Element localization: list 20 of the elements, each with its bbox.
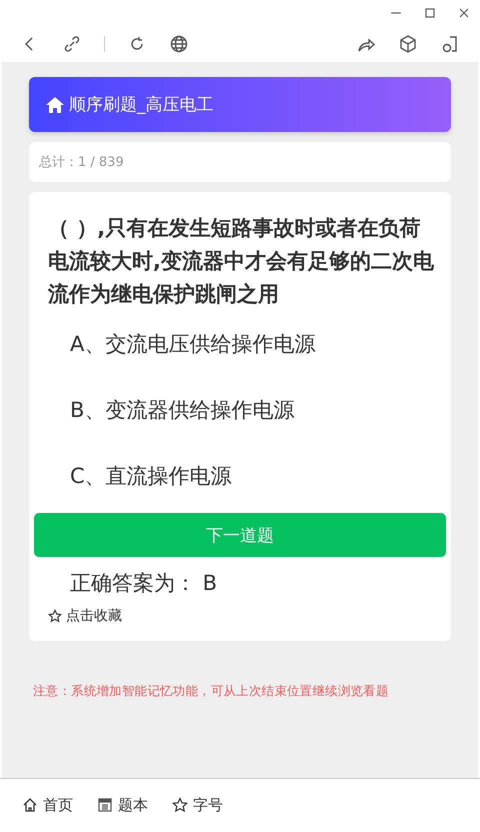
answer-option[interactable]: C、直流操作电源 [34, 443, 446, 509]
correct-answer: 正确答案为： B [70, 570, 218, 597]
home-icon [22, 797, 38, 813]
cube-icon[interactable] [398, 34, 418, 54]
answer-option[interactable]: B、变流器供给操作电源 [34, 377, 446, 443]
notebook-icon [97, 797, 113, 813]
header-title: 顺序刷题_高压电工 [69, 94, 214, 116]
favorite-link[interactable]: 点击收藏 [66, 607, 122, 625]
star-icon [172, 797, 188, 813]
nav-item[interactable]: 字号 [172, 796, 223, 814]
star-icon[interactable] [48, 609, 62, 623]
total-count: 总计：1 / 839 [39, 154, 124, 171]
answer-option[interactable]: A、交流电压供给操作电源 [34, 311, 446, 377]
home-icon [45, 96, 65, 114]
notice-text: 注意：系统增加智能记忆功能，可从上次结束位置继续浏览看题 [33, 683, 390, 700]
question-text: （ ）,只有在发生短路事故时或者在负荷电流较大时,变流器中才会有足够的二次电流作为继电保护跳闸之用 [48, 215, 435, 308]
globe-icon[interactable] [169, 34, 189, 54]
nav-item[interactable]: 首页 [22, 796, 73, 814]
link-icon[interactable] [62, 34, 82, 54]
nav-item[interactable]: 题本 [97, 796, 148, 814]
